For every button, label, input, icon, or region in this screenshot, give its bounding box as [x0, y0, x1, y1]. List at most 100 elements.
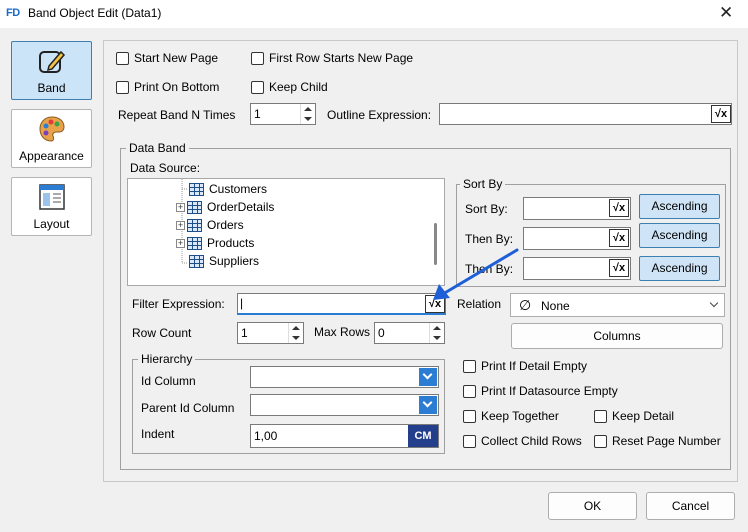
sort-order-button-1[interactable]: Ascending	[639, 194, 720, 219]
indent-label: Indent	[141, 427, 175, 441]
table-icon	[189, 183, 204, 197]
none-icon: ∅	[519, 297, 532, 313]
print-on-bottom-label: Print On Bottom	[134, 80, 220, 94]
tree-item-orders[interactable]: + Orders	[176, 216, 244, 234]
max-rows-label: Max Rows	[314, 325, 371, 339]
nav-layout-label: Layout	[33, 217, 70, 231]
parent-id-column-combo[interactable]	[250, 394, 439, 416]
repeat-band-label: Repeat Band N Times	[118, 108, 236, 122]
ok-button[interactable]: OK	[548, 492, 637, 520]
print-if-datasource-empty-checkbox[interactable]	[463, 385, 476, 398]
relation-combo[interactable]: ∅ None	[510, 293, 725, 317]
nav-appearance-label: Appearance	[19, 149, 84, 163]
nav-appearance[interactable]: Appearance	[11, 109, 92, 168]
row-count-stepper[interactable]: 1	[237, 322, 304, 344]
filter-expression-value: |	[240, 296, 244, 310]
outline-expression-label: Outline Expression:	[327, 108, 432, 122]
window-title: Band Object Edit (Data1)	[28, 6, 162, 20]
dropdown-button[interactable]	[419, 368, 437, 386]
sort-by-expression-button-3[interactable]: √x	[609, 259, 629, 277]
repeat-band-value: 1	[254, 107, 261, 121]
tree-item-label: Orders	[207, 218, 244, 232]
sort-by-expression-button-2[interactable]: √x	[609, 229, 629, 247]
expand-icon[interactable]: +	[176, 239, 185, 249]
print-on-bottom-checkbox[interactable]	[116, 81, 129, 94]
cancel-button[interactable]: Cancel	[646, 492, 735, 520]
outline-expression-input[interactable]	[439, 103, 732, 125]
start-new-page-label: Start New Page	[134, 51, 219, 65]
expand-icon[interactable]: +	[176, 221, 185, 231]
row-count-value: 1	[241, 326, 248, 340]
table-icon	[187, 201, 202, 215]
collect-child-rows-checkbox[interactable]	[463, 435, 476, 448]
parent-id-column-label: Parent Id Column	[141, 401, 235, 415]
start-new-page-checkbox[interactable]	[116, 52, 129, 65]
keep-together-checkbox[interactable]	[463, 410, 476, 423]
then-by-label-1: Then By:	[465, 232, 514, 246]
dropdown-button[interactable]	[419, 396, 437, 414]
sort-order-button-2[interactable]: Ascending	[639, 223, 720, 248]
data-source-tree[interactable]: Customers + OrderDetails + Orders + Product…	[127, 178, 445, 286]
table-icon	[189, 255, 204, 269]
max-rows-value: 0	[378, 326, 385, 340]
tree-item-label: Suppliers	[209, 254, 260, 268]
id-column-label: Id Column	[141, 374, 196, 388]
sort-by-label: Sort By:	[465, 202, 508, 216]
chevron-down-icon	[709, 298, 719, 308]
row-count-label: Row Count	[132, 326, 192, 340]
sort-by-title: Sort By	[460, 177, 506, 191]
sort-order-button-3[interactable]: Ascending	[639, 256, 720, 281]
print-if-detail-empty-label: Print If Detail Empty	[481, 359, 588, 373]
nav-layout[interactable]: Layout	[11, 177, 92, 236]
chevron-down-icon	[422, 369, 433, 380]
data-source-label: Data Source:	[130, 161, 201, 175]
reset-page-number-checkbox[interactable]	[594, 435, 607, 448]
pencil-icon	[39, 50, 66, 73]
tree-item-label: Customers	[209, 182, 268, 196]
tree-item-orderdetails[interactable]: + OrderDetails	[176, 198, 274, 216]
max-rows-spinner[interactable]	[429, 323, 444, 343]
repeat-band-stepper[interactable]: 1	[250, 103, 316, 125]
keep-child-checkbox[interactable]	[251, 81, 264, 94]
reset-page-number-label: Reset Page Number	[612, 434, 721, 448]
row-count-spinner[interactable]	[288, 323, 303, 343]
outline-expression-button[interactable]: √x	[711, 105, 731, 123]
filter-expression-input[interactable]: |	[237, 293, 446, 315]
first-row-starts-new-page-label: First Row Starts New Page	[269, 51, 414, 65]
filter-expression-label: Filter Expression:	[132, 297, 225, 311]
tree-item-label: Products	[207, 236, 255, 250]
print-if-detail-empty-checkbox[interactable]	[463, 360, 476, 373]
chevron-down-icon	[422, 397, 433, 408]
expand-icon[interactable]: +	[176, 203, 185, 213]
tree-item-suppliers[interactable]: Suppliers	[189, 252, 259, 270]
collect-child-rows-label: Collect Child Rows	[481, 434, 582, 448]
nav-band[interactable]: Band	[11, 41, 92, 100]
columns-button[interactable]: Columns	[511, 323, 723, 349]
repeat-band-spinner[interactable]	[300, 104, 315, 124]
palette-icon	[39, 116, 65, 142]
tree-item-products[interactable]: + Products	[176, 234, 254, 252]
keep-together-label: Keep Together	[481, 409, 559, 423]
sort-by-expression-button-1[interactable]: √x	[609, 199, 629, 217]
close-button[interactable]: ✕	[719, 3, 733, 23]
max-rows-stepper[interactable]: 0	[374, 322, 445, 344]
table-icon	[187, 237, 202, 251]
indent-value: 1,00	[254, 429, 278, 443]
hierarchy-title: Hierarchy	[138, 352, 196, 366]
data-band-title: Data Band	[126, 141, 189, 155]
keep-detail-checkbox[interactable]	[594, 410, 607, 423]
id-column-combo[interactable]	[250, 366, 439, 388]
table-icon	[187, 219, 202, 233]
layout-icon	[39, 184, 65, 210]
relation-value: None	[541, 299, 570, 313]
app-logo: FD	[6, 7, 20, 19]
tree-item-label: OrderDetails	[207, 200, 275, 214]
unit-button[interactable]: CM	[408, 425, 438, 447]
print-if-datasource-empty-label: Print If Datasource Empty	[481, 384, 618, 398]
tree-item-customers[interactable]: Customers	[189, 180, 267, 198]
nav-band-label: Band	[37, 81, 66, 95]
keep-child-label: Keep Child	[269, 80, 328, 94]
keep-detail-label: Keep Detail	[612, 409, 675, 423]
first-row-starts-new-page-checkbox[interactable]	[251, 52, 264, 65]
relation-label: Relation	[457, 297, 502, 311]
